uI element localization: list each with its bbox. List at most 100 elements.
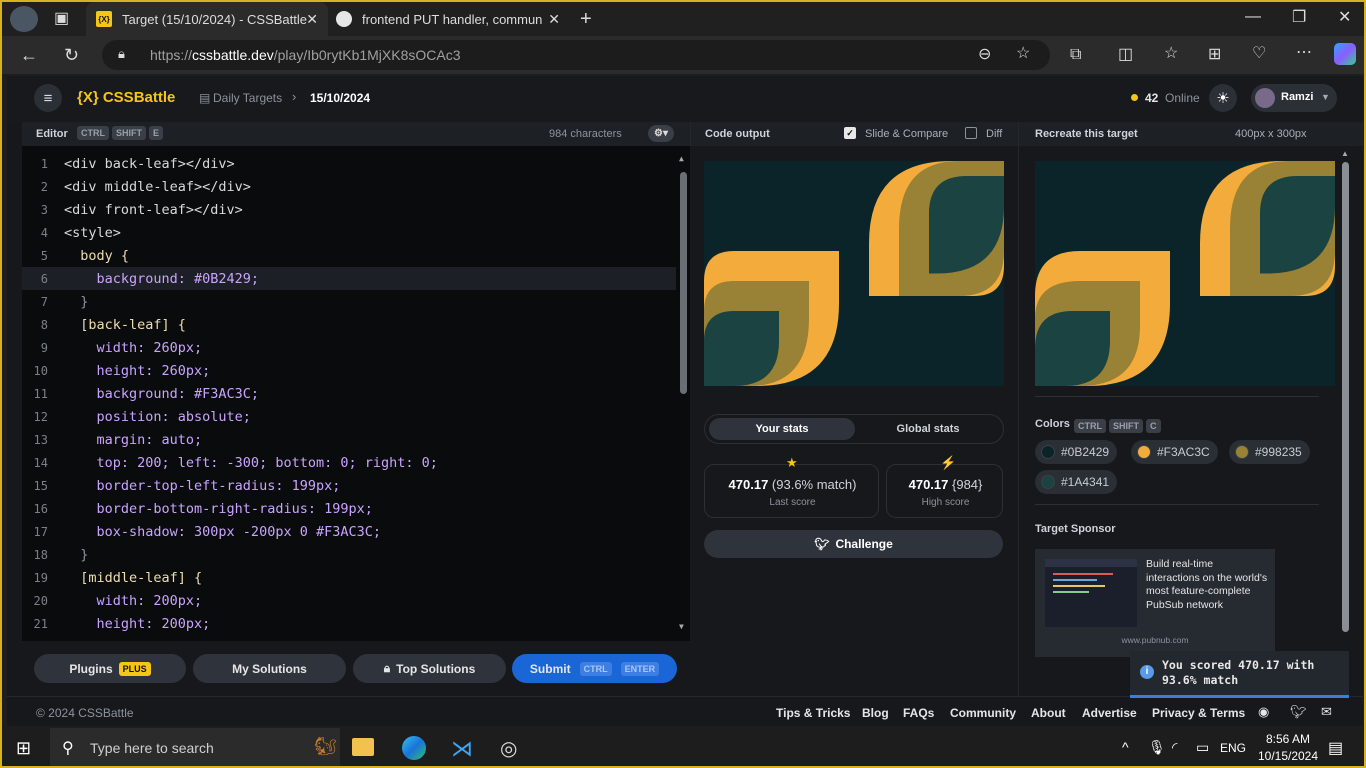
color-swatch[interactable]: #998235 <box>1229 440 1310 464</box>
clock-date[interactable]: 10/15/2024 <box>1254 749 1322 763</box>
code-editor[interactable]: 1 <div back-leaf></div> 2 <div middle-leaf… <box>22 146 690 641</box>
user-menu[interactable]: Ramzi ▼ <box>1251 84 1337 112</box>
sponsor-label: Target Sponsor <box>1035 523 1116 535</box>
code-line: 3 <div front-leaf></div> <box>40 201 243 218</box>
footer-link-advertise[interactable]: Advertise <box>1082 706 1137 720</box>
back-icon[interactable]: ← <box>20 46 38 64</box>
submit-button[interactable]: Submit CTRL ENTER <box>512 654 677 683</box>
footer-link-privacy[interactable]: Privacy & Terms <box>1152 706 1245 720</box>
scroll-down-icon[interactable]: ▼ <box>679 622 684 631</box>
wifi-icon[interactable]: ◜ <box>1172 739 1177 756</box>
scrollbar-thumb[interactable] <box>1342 162 1349 632</box>
close-tab-icon[interactable]: ✕ <box>306 11 318 28</box>
plugins-button[interactable]: Plugins PLUS <box>34 654 186 683</box>
menu-icon[interactable]: ≡ <box>34 84 62 112</box>
battery-icon[interactable]: ▭ <box>1196 739 1209 756</box>
footer-link-faqs[interactable]: FAQs <box>903 706 934 720</box>
discord-icon[interactable]: ◉ <box>1258 704 1269 720</box>
tab-your-stats[interactable]: Your stats <box>709 418 855 440</box>
file-explorer-icon[interactable] <box>352 738 374 756</box>
code-output-preview[interactable] <box>704 161 1004 386</box>
extensions-icon[interactable]: ⧉ <box>1070 47 1081 63</box>
edge-icon[interactable] <box>402 736 426 760</box>
editor-header: Editor CTRL SHIFT E 984 characters ⚙▾ <box>22 122 690 146</box>
settings-more-icon[interactable]: ⋯ <box>1296 45 1312 61</box>
breadcrumb-daily-targets[interactable]: Daily Targets <box>213 91 282 105</box>
footer-link-blog[interactable]: Blog <box>862 706 889 720</box>
chevron-up-icon[interactable]: ^ <box>1122 739 1129 755</box>
tab-actions-icon[interactable]: ▣ <box>54 11 69 27</box>
slide-compare-label[interactable]: Slide & Compare <box>865 128 948 140</box>
divider <box>1035 504 1319 505</box>
editor-actions: Plugins PLUS My Solutions 🔒︎ Top Solutions… <box>22 641 690 696</box>
code-line: 9 width: 260px; <box>40 339 203 356</box>
color-swatch[interactable]: #1A4341 <box>1035 470 1118 494</box>
language-indicator[interactable]: ENG <box>1220 741 1246 755</box>
clock-time[interactable]: 8:56 AM <box>1258 732 1318 746</box>
target-image[interactable] <box>1035 161 1335 386</box>
window-close-icon[interactable]: ✕ <box>1338 10 1351 26</box>
color-swatch[interactable]: #0B2429 <box>1035 440 1118 464</box>
copilot-icon[interactable] <box>1334 43 1356 65</box>
split-screen-icon[interactable]: ◫ <box>1118 47 1133 63</box>
editor-settings-icon[interactable]: ⚙▾ <box>648 125 674 142</box>
scrollbar-thumb[interactable] <box>680 172 687 394</box>
code-line: 16 border-bottom-right-radius: 199px; <box>33 500 373 517</box>
obs-icon[interactable]: ◎ <box>500 736 517 761</box>
taskbar-search[interactable]: ⚲ Type here to search 🐿︎ <box>50 728 340 766</box>
vscode-icon[interactable]: ⋊ <box>451 736 473 762</box>
theme-sun-icon[interactable]: ☀ <box>1209 84 1237 112</box>
editor-scrollbar[interactable]: ▲ ▼ <box>676 146 690 641</box>
footer-link-about[interactable]: About <box>1031 706 1066 720</box>
tab-global-stats[interactable]: Global stats <box>855 418 1001 440</box>
tab-cssbattle[interactable]: {X} Target (15/10/2024) - CSSBattle ✕ <box>86 2 328 36</box>
sponsor-card[interactable]: Build real-time interactions on the worl… <box>1035 549 1275 657</box>
diff-checkbox[interactable] <box>965 127 977 139</box>
mail-icon[interactable]: ✉ <box>1321 704 1332 720</box>
close-tab-icon[interactable]: ✕ <box>548 11 560 28</box>
challenge-button[interactable]: 🐦︎ Challenge <box>704 530 1003 558</box>
performance-icon[interactable]: ♡ <box>1252 46 1266 62</box>
favorites-icon[interactable]: ☆ <box>1164 46 1178 62</box>
color-dot <box>1235 445 1249 459</box>
footer-link-community[interactable]: Community <box>950 706 1016 720</box>
sponsor-url[interactable]: www.pubnub.com <box>1035 635 1275 645</box>
target-header: Recreate this target 400px x 300px <box>1018 122 1363 146</box>
top-solutions-button[interactable]: 🔒︎ Top Solutions <box>353 654 506 683</box>
address-field[interactable]: 🔒︎ https://cssbattle.dev/play/Ib0rytKb1M… <box>102 40 1050 70</box>
favorite-star-icon[interactable]: ☆ <box>1016 46 1030 62</box>
my-solutions-button[interactable]: My Solutions <box>193 654 346 683</box>
new-tab-icon[interactable]: + <box>580 9 592 29</box>
logo[interactable]: {X} CSSBattle <box>77 89 175 106</box>
code-line: 13 margin: auto; <box>33 431 203 448</box>
minimize-icon[interactable]: — <box>1245 9 1261 25</box>
code-line: 1 <div back-leaf></div> <box>40 155 235 172</box>
scroll-up-icon[interactable]: ▲ <box>679 154 684 163</box>
footer-link-tips[interactable]: Tips & Tricks <box>776 706 850 720</box>
restore-icon[interactable]: ❐ <box>1292 10 1306 26</box>
output-title: Code output <box>705 128 770 140</box>
twitter-icon[interactable]: 🐦︎ <box>1290 704 1307 720</box>
lock-icon: 🔒︎ <box>383 661 391 675</box>
color-swatch[interactable]: #F3AC3C <box>1131 440 1218 464</box>
reload-icon[interactable]: ↻ <box>64 46 79 64</box>
search-placeholder: Type here to search <box>90 740 214 756</box>
target-scrollbar[interactable]: ▲ <box>1341 146 1351 636</box>
tab-github[interactable]: frontend PUT handler, communic ✕ <box>330 2 570 36</box>
profile-avatar[interactable] <box>10 6 38 32</box>
scroll-up-icon[interactable]: ▲ <box>1341 149 1349 158</box>
windows-start-icon[interactable]: ⊞ <box>16 738 31 759</box>
tab-title: Target (15/10/2024) - CSSBattle <box>122 11 307 27</box>
divider <box>1035 396 1319 397</box>
editor-shortcut: CTRL SHIFT E <box>74 126 164 140</box>
code-line: 2 <div middle-leaf></div> <box>40 178 251 195</box>
online-label: Online <box>1165 91 1200 105</box>
code-line: 7 } <box>40 293 89 310</box>
code-line: 10 height: 260px; <box>33 362 211 379</box>
score-toast[interactable]: i You scored 470.17 with 93.6% match <box>1130 651 1349 698</box>
notification-icon[interactable]: ▤ <box>1328 738 1343 758</box>
microphone-icon[interactable]: 🎙︎ <box>1148 739 1166 756</box>
slide-compare-checkbox[interactable]: ✓ <box>844 127 856 139</box>
zoom-icon[interactable]: ⊖ <box>978 47 991 63</box>
collections-icon[interactable]: ⊞ <box>1208 47 1221 63</box>
